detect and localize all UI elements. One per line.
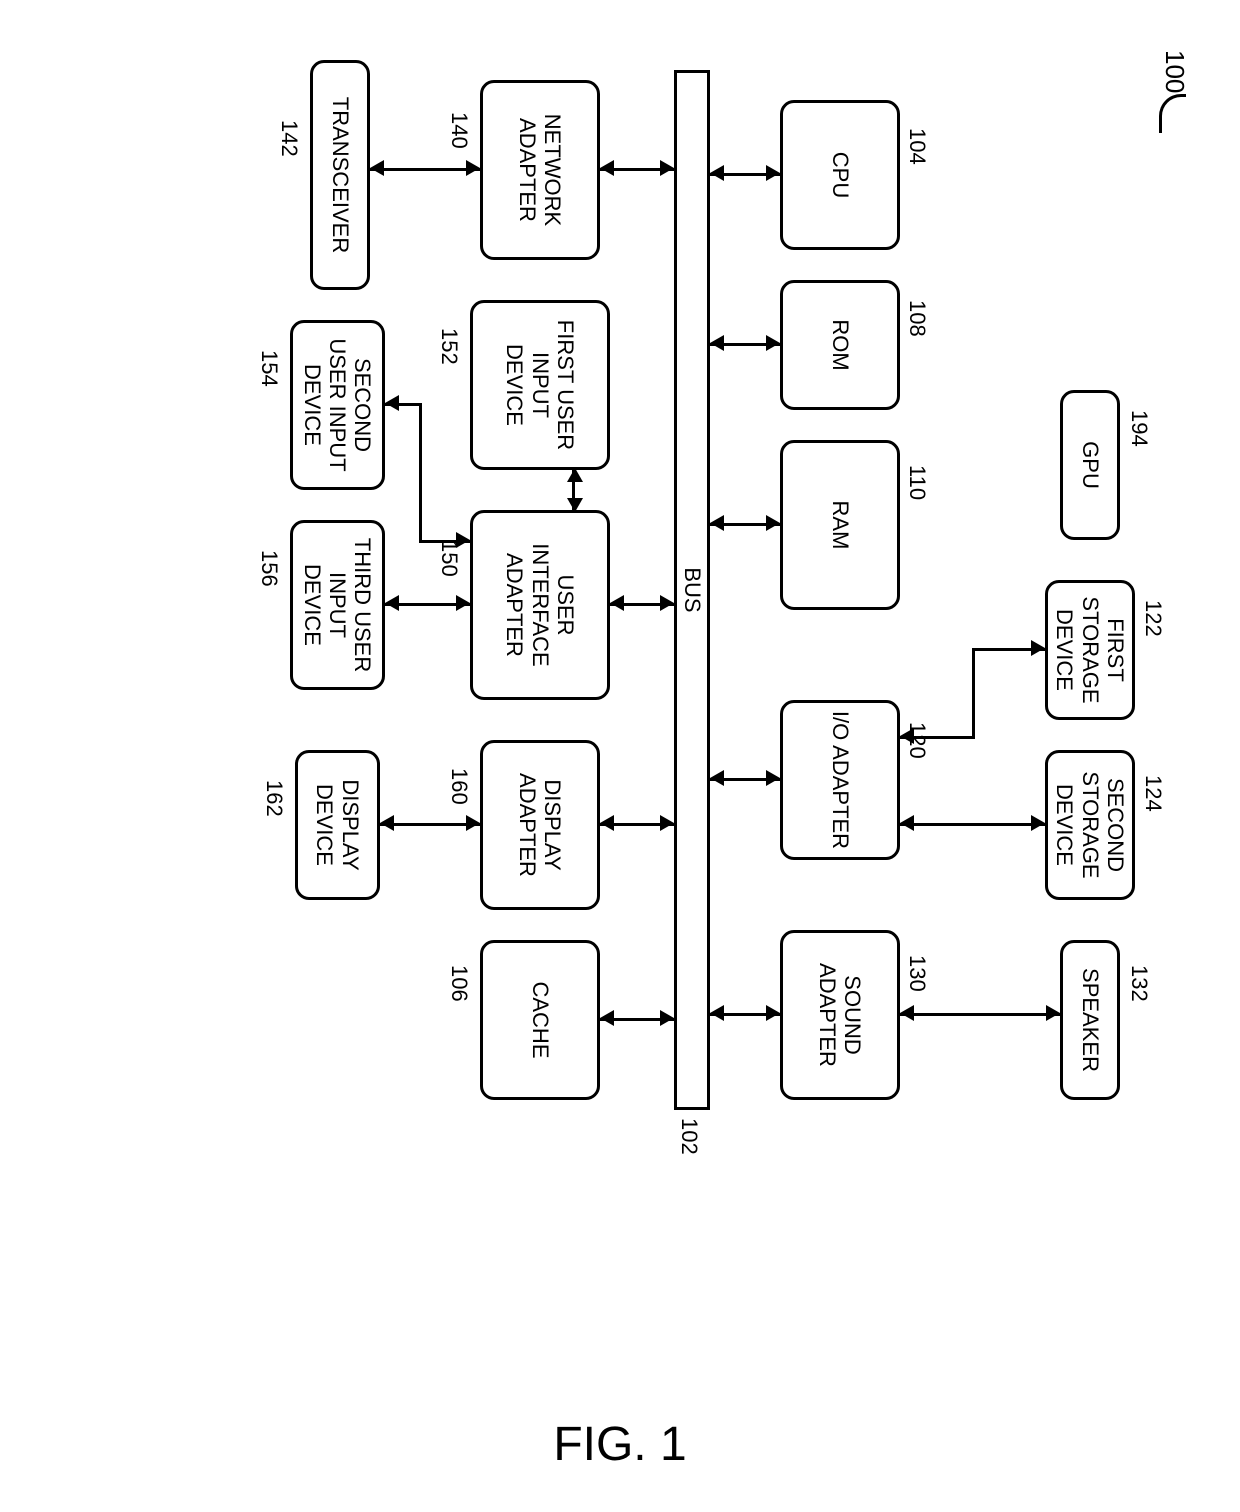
transceiver-box: TRANSCEIVER (310, 60, 370, 290)
bus: BUS (674, 70, 710, 1110)
bus-ref: 102 (676, 1118, 702, 1155)
speaker-label: SPEAKER (1077, 968, 1102, 1072)
ram-box: RAM (780, 440, 900, 610)
second-storage-box: SECOND STORAGE DEVICE (1045, 750, 1135, 900)
transceiver-label: TRANSCEIVER (327, 97, 352, 253)
user-if-adapter-box: USER INTERFACE ADAPTER (470, 510, 610, 700)
sound-adapter-ref: 130 (904, 955, 930, 992)
figure-label: FIG. 1 (0, 1417, 1240, 1472)
gpu-ref: 194 (1126, 410, 1152, 447)
first-user-input-box: FIRST USER INPUT DEVICE (470, 300, 610, 470)
bus-label: BUS (679, 567, 705, 612)
cpu-ref: 104 (904, 128, 930, 165)
rom-label: ROM (827, 319, 852, 370)
display-device-box: DISPLAY DEVICE (295, 750, 380, 900)
rom-ref: 108 (904, 300, 930, 337)
display-device-ref: 162 (261, 780, 287, 817)
first-storage-label: FIRST STORAGE DEVICE (1052, 589, 1128, 711)
first-user-input-ref: 152 (436, 328, 462, 365)
sound-adapter-box: SOUND ADAPTER (780, 930, 900, 1100)
io-adapter-box: I/O ADAPTER (780, 700, 900, 860)
first-storage-ref: 122 (1140, 600, 1166, 637)
cache-ref: 106 (446, 965, 472, 1002)
speaker-ref: 132 (1126, 965, 1152, 1002)
second-user-input-ref: 154 (256, 350, 282, 387)
second-storage-ref: 124 (1140, 775, 1166, 812)
transceiver-ref: 142 (276, 120, 302, 157)
third-user-input-box: THIRD USER INPUT DEVICE (290, 520, 385, 690)
cpu-box: CPU (780, 100, 900, 250)
io-adapter-label: I/O ADAPTER (827, 711, 852, 849)
third-user-input-label: THIRD USER INPUT DEVICE (300, 529, 376, 681)
first-storage-box: FIRST STORAGE DEVICE (1045, 580, 1135, 720)
display-adapter-label: DISPLAY ADAPTER (515, 749, 566, 901)
second-storage-label: SECOND STORAGE DEVICE (1052, 759, 1128, 891)
user-if-adapter-label: USER INTERFACE ADAPTER (502, 519, 578, 691)
third-user-input-ref: 156 (256, 550, 282, 587)
speaker-box: SPEAKER (1060, 940, 1120, 1100)
ram-ref: 110 (904, 465, 930, 500)
display-adapter-ref: 160 (446, 768, 472, 805)
network-adapter-label: NETWORK ADAPTER (515, 89, 566, 251)
cache-label: CACHE (527, 981, 552, 1058)
ref-100: 100 (1159, 50, 1190, 93)
ref-100-hook (1159, 94, 1186, 133)
display-device-label: DISPLAY DEVICE (312, 759, 363, 891)
network-adapter-box: NETWORK ADAPTER (480, 80, 600, 260)
sound-adapter-label: SOUND ADAPTER (815, 939, 866, 1091)
cache-box: CACHE (480, 940, 600, 1100)
first-user-input-label: FIRST USER INPUT DEVICE (502, 309, 578, 461)
cpu-label: CPU (827, 152, 852, 198)
display-adapter-box: DISPLAY ADAPTER (480, 740, 600, 910)
second-user-input-box: SECOND USER INPUT DEVICE (290, 320, 385, 490)
gpu-label: GPU (1077, 441, 1102, 489)
rom-box: ROM (780, 280, 900, 410)
ram-label: RAM (827, 501, 852, 550)
network-adapter-ref: 140 (446, 112, 472, 149)
second-user-input-label: SECOND USER INPUT DEVICE (300, 329, 376, 481)
gpu-box: GPU (1060, 390, 1120, 540)
